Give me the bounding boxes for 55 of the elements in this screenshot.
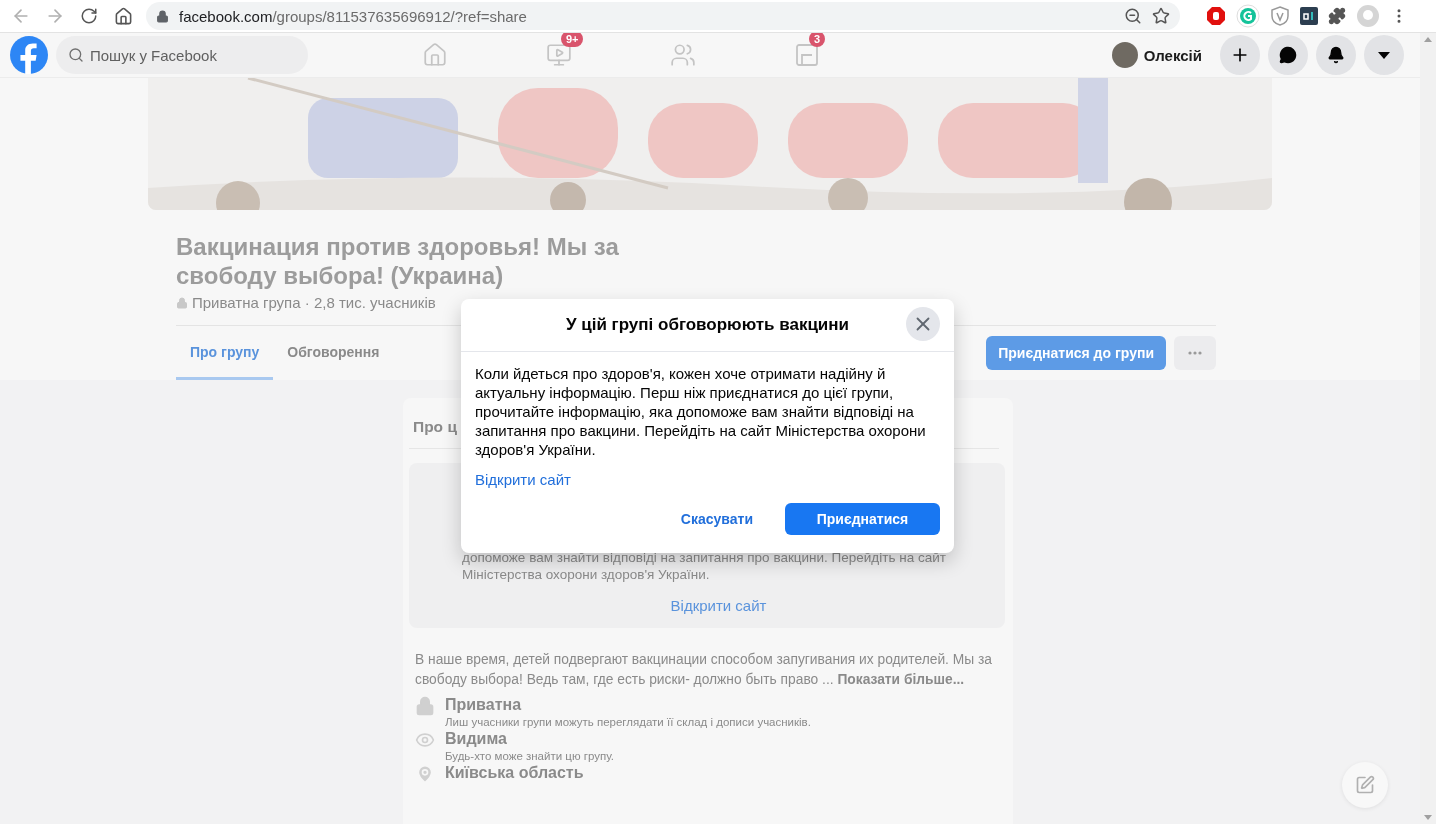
info-text: допоможе вам знайти відповіді на запитання про вакцини. Перейдіть на сайт Міністерства охорони здоров'я України.: [462, 549, 947, 583]
nav-tab[interactable]: 3: [784, 33, 829, 77]
zoom-out-icon[interactable]: [1124, 7, 1142, 25]
dialog-title: У цій групі обговорюють вакцини: [565, 315, 850, 335]
notifications-button[interactable]: [1316, 35, 1356, 75]
bookmark-star-icon[interactable]: [1152, 7, 1170, 25]
home-icon: [421, 42, 448, 68]
cancel-button[interactable]: Скасувати: [664, 503, 769, 535]
search-field[interactable]: Пошук у Facebook: [56, 36, 308, 74]
square-icon: [794, 43, 819, 67]
lock-icon: [176, 296, 188, 309]
logo-icon[interactable]: [10, 36, 48, 74]
dialog-text: Коли йдеться про здоров'я, кожен хоче отримати надійну й актуальну інформацію. Перш ніж приєднатися до цієї групи, прочитайте інформацію, яка допоможе вам знайти відповіді на запитання про вакцини. Перейдіть на сайт Міністерства охорони здоров'я України.: [475, 364, 927, 459]
reload-icon: [80, 7, 98, 25]
caret-icon: [1377, 50, 1391, 60]
eye-icon: [415, 730, 435, 750]
fact-detail: Будь-хто може знайти цю групу.: [445, 750, 614, 762]
video-icon: [545, 42, 572, 68]
join-group-button[interactable]: Приєднатися до групи: [986, 336, 1166, 370]
people-icon: [669, 42, 696, 68]
messenger-button[interactable]: [1268, 35, 1308, 75]
bell-icon: [1327, 46, 1345, 64]
notification-badge: 3: [808, 33, 826, 47]
group-description: В наше время, детей подвергают вакцинации способом запугивания их родителей. Мы за свободу выбора! Ведь там, где есть риски- должно быть право ... Показати більше...: [415, 651, 993, 689]
group-title: Вакцинация против здоровья! Мы за свободу выбора! (Украина): [176, 232, 620, 290]
avatar: [1111, 42, 1138, 68]
profile-link[interactable]: Олексій: [1111, 38, 1212, 72]
chat-bubble-icon: [1279, 46, 1297, 64]
extension-icon[interactable]: [1300, 7, 1318, 25]
close-button[interactable]: [906, 307, 940, 341]
edit-icon: [1355, 775, 1375, 795]
group-tab[interactable]: Обговорення: [273, 326, 394, 380]
lock-icon: [156, 9, 169, 23]
fact-title: Приватна: [445, 696, 523, 714]
search-icon: [68, 47, 84, 63]
notification-badge: 9+: [560, 33, 584, 47]
section-heading: Про ц: [413, 418, 457, 435]
stop-hand-icon[interactable]: [1206, 6, 1226, 26]
open-site-link[interactable]: Відкрити сайт: [475, 471, 571, 488]
join-button[interactable]: Приєднатися: [785, 503, 940, 535]
open-site-link[interactable]: Відкрити сайт: [670, 597, 767, 614]
account-menu-button[interactable]: [1364, 35, 1404, 75]
nav-tab[interactable]: 9+: [536, 33, 581, 77]
home-icon: [113, 6, 133, 26]
group-privacy: Приватна група · 2,8 тис. учасників: [192, 294, 436, 311]
group-tab[interactable]: Про групу: [176, 326, 274, 380]
lock-icon: [415, 696, 435, 716]
puzzle-icon[interactable]: [1328, 7, 1346, 25]
more-icon: [1188, 351, 1202, 355]
address-bar[interactable]: facebook.com/groups/811537635696912/?ref=share: [146, 2, 1180, 30]
fact-title: Видима: [445, 730, 508, 748]
shield-icon[interactable]: [1270, 6, 1290, 26]
fact-title: Київська область: [445, 764, 584, 782]
fact-detail: Лиш учасники групи можуть переглядати її склад і дописи учасників.: [445, 716, 811, 728]
create-button[interactable]: [1220, 35, 1260, 75]
